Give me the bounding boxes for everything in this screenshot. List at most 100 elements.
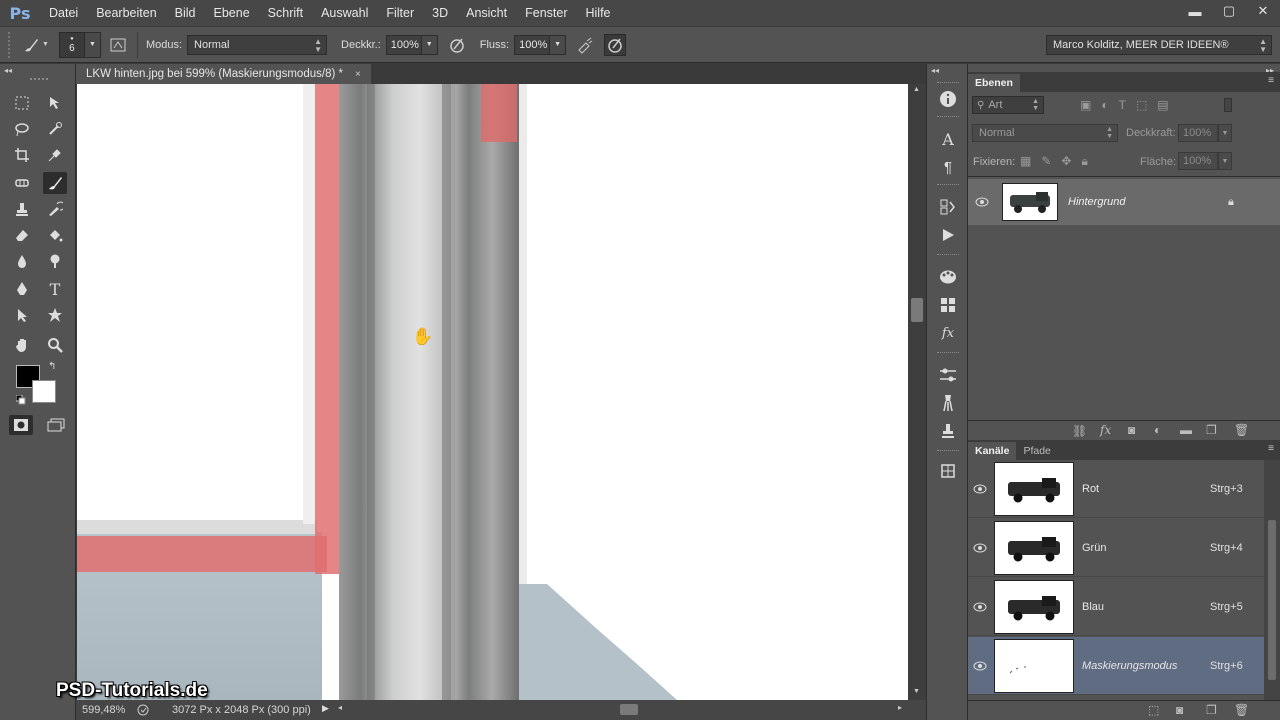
mode-select[interactable]: Normal ▲ ▼ [187, 34, 328, 55]
hand-tool-icon[interactable] [10, 334, 34, 356]
workspace-select[interactable]: Marco Kolditz, MEER DER IDEEN® ▲ ▼ [1046, 35, 1272, 55]
menu-hilfe[interactable]: Hilfe [577, 0, 620, 26]
brush-panel-icon[interactable] [936, 392, 960, 414]
pressure-opacity-icon[interactable] [446, 34, 468, 56]
new-channel-icon[interactable]: ❐ [1206, 703, 1217, 717]
document-tab[interactable]: LKW hinten.jpg bei 599% (Maskierungsmodu… [76, 64, 371, 84]
quick-mask-mode-icon[interactable] [9, 415, 33, 435]
character-panel-icon[interactable]: A [936, 128, 960, 150]
brush-preset-dropdown-icon[interactable]: ▼ [42, 41, 49, 48]
paint-bucket-tool-icon[interactable] [43, 224, 67, 246]
custom-shape-tool-icon[interactable] [43, 304, 67, 326]
quick-selection-tool-icon[interactable] [43, 118, 67, 140]
color-panel-icon[interactable] [936, 266, 960, 288]
delete-channel-icon[interactable]: 🗑︎ [1234, 703, 1249, 717]
filter-adjustment-icon[interactable]: ◐ [1101, 98, 1108, 112]
layer-name[interactable]: Hintergrund [1068, 196, 1228, 208]
adjustment-layer-icon[interactable]: ◐ [1154, 423, 1161, 437]
swap-colors-icon[interactable]: ↰ [48, 361, 56, 372]
history-brush-tool-icon[interactable] [43, 198, 67, 220]
menu-bild[interactable]: Bild [166, 0, 205, 26]
delete-layer-icon[interactable]: 🗑︎ [1234, 423, 1249, 437]
channel-row[interactable]: Rot Strg+3 [968, 460, 1280, 518]
save-selection-icon[interactable]: ◙ [1176, 703, 1183, 717]
document-info-icon[interactable] [136, 703, 150, 717]
tab-kanaele[interactable]: Kanäle [968, 442, 1017, 460]
status-menu-arrow-icon[interactable]: ▶ [322, 703, 329, 714]
clone-source-panel-icon[interactable] [936, 420, 960, 442]
styles-panel-icon[interactable]: fx [936, 322, 960, 344]
default-colors-icon[interactable] [15, 394, 26, 405]
scroll-down-icon[interactable]: ▼ [913, 688, 920, 695]
channels-scrollbar[interactable] [1264, 460, 1280, 700]
flow-input[interactable]: 100% [514, 34, 551, 55]
expand-dock-icon[interactable]: ◂◂ [931, 66, 939, 75]
channel-visibility-eye-icon[interactable] [968, 602, 992, 612]
panel-menu-icon[interactable]: ≡ [1268, 443, 1274, 454]
pen-tool-icon[interactable] [10, 278, 34, 300]
channel-row-selected[interactable]: Maskierungsmodus Strg+6 [968, 637, 1280, 695]
new-group-icon[interactable]: ▬ [1180, 423, 1192, 437]
brush-preset-icon[interactable] [20, 34, 42, 56]
channel-visibility-eye-icon[interactable] [968, 484, 992, 494]
close-tab-icon[interactable]: × [355, 69, 361, 80]
dodge-tool-icon[interactable] [43, 250, 67, 272]
3d-panel-icon[interactable] [936, 460, 960, 482]
close-window-button[interactable]: ✕ [1246, 0, 1280, 22]
menu-bearbeiten[interactable]: Bearbeiten [87, 0, 165, 26]
path-selection-tool-icon[interactable] [10, 304, 34, 326]
opacity-input[interactable]: 100% [385, 34, 422, 55]
scroll-left-icon[interactable]: ◂ [338, 703, 342, 712]
channel-row[interactable]: Blau Strg+5 [968, 578, 1280, 636]
adjustments-panel-icon[interactable] [936, 364, 960, 386]
filter-type-icon[interactable]: T [1119, 98, 1126, 112]
swatches-panel-icon[interactable] [936, 294, 960, 316]
fill-input[interactable]: 100% [1178, 152, 1218, 170]
layer-opacity-input[interactable]: 100% [1178, 124, 1218, 142]
scroll-up-icon[interactable]: ▲ [913, 86, 920, 93]
layer-style-icon[interactable]: fx [1100, 423, 1111, 437]
filter-toggle[interactable] [1224, 98, 1232, 112]
crop-tool-icon[interactable] [10, 144, 34, 166]
background-color-swatch[interactable] [32, 380, 56, 403]
tab-ebenen[interactable]: Ebenen [968, 74, 1020, 92]
move-tool-icon[interactable] [43, 92, 67, 114]
channel-row[interactable]: Grün Strg+4 [968, 519, 1280, 577]
add-mask-icon[interactable]: ◙ [1128, 423, 1135, 437]
lasso-tool-icon[interactable] [10, 118, 34, 140]
maximize-button[interactable]: ▢ [1212, 0, 1246, 22]
menu-ebene[interactable]: Ebene [205, 0, 259, 26]
horizontal-scroll-thumb[interactable] [620, 704, 638, 715]
lock-all-icon[interactable]: 🔒︎ [1081, 154, 1087, 169]
menu-schrift[interactable]: Schrift [259, 0, 312, 26]
lock-position-icon[interactable]: ✥ [1061, 154, 1071, 169]
scroll-right-icon[interactable]: ▸ [898, 703, 902, 712]
blur-tool-icon[interactable] [10, 250, 34, 272]
load-selection-icon[interactable]: ⬚ [1148, 703, 1159, 717]
airbrush-icon[interactable] [574, 34, 596, 56]
channel-visibility-eye-icon[interactable] [968, 543, 992, 553]
new-layer-icon[interactable]: ❐ [1206, 423, 1217, 437]
layer-filter-select[interactable]: ⚲ Art ▲ ▼ [972, 96, 1044, 114]
menu-ansicht[interactable]: Ansicht [457, 0, 516, 26]
marquee-tool-icon[interactable] [10, 92, 34, 114]
layer-visibility-eye-icon[interactable] [968, 197, 996, 207]
eyedropper-tool-icon[interactable] [43, 144, 67, 166]
blend-mode-select[interactable]: Normal ▲ ▼ [972, 124, 1118, 142]
menu-auswahl[interactable]: Auswahl [312, 0, 377, 26]
filter-pixel-icon[interactable]: ▣ [1080, 98, 1091, 112]
vertical-scroll-thumb[interactable] [911, 298, 923, 322]
collapse-toolbox-icon[interactable]: ◂◂ [4, 66, 12, 75]
clone-stamp-tool-icon[interactable] [10, 198, 34, 220]
brush-panel-toggle-icon[interactable] [107, 34, 129, 56]
vertical-scrollbar[interactable]: ▲ ▼ [908, 84, 926, 700]
channels-scroll-thumb[interactable] [1268, 520, 1276, 680]
tab-pfade[interactable]: Pfade [1016, 442, 1057, 460]
menu-datei[interactable]: Datei [40, 0, 87, 26]
lock-pixels-icon[interactable]: ✎ [1041, 154, 1051, 169]
brush-size-dropdown[interactable]: ▼ [84, 31, 101, 58]
brush-tool-icon[interactable] [43, 172, 67, 194]
lock-transparent-icon[interactable]: ▦ [1020, 154, 1031, 169]
minimize-button[interactable]: ▬ [1178, 0, 1212, 22]
layer-opacity-dropdown[interactable]: ▼ [1218, 124, 1232, 142]
